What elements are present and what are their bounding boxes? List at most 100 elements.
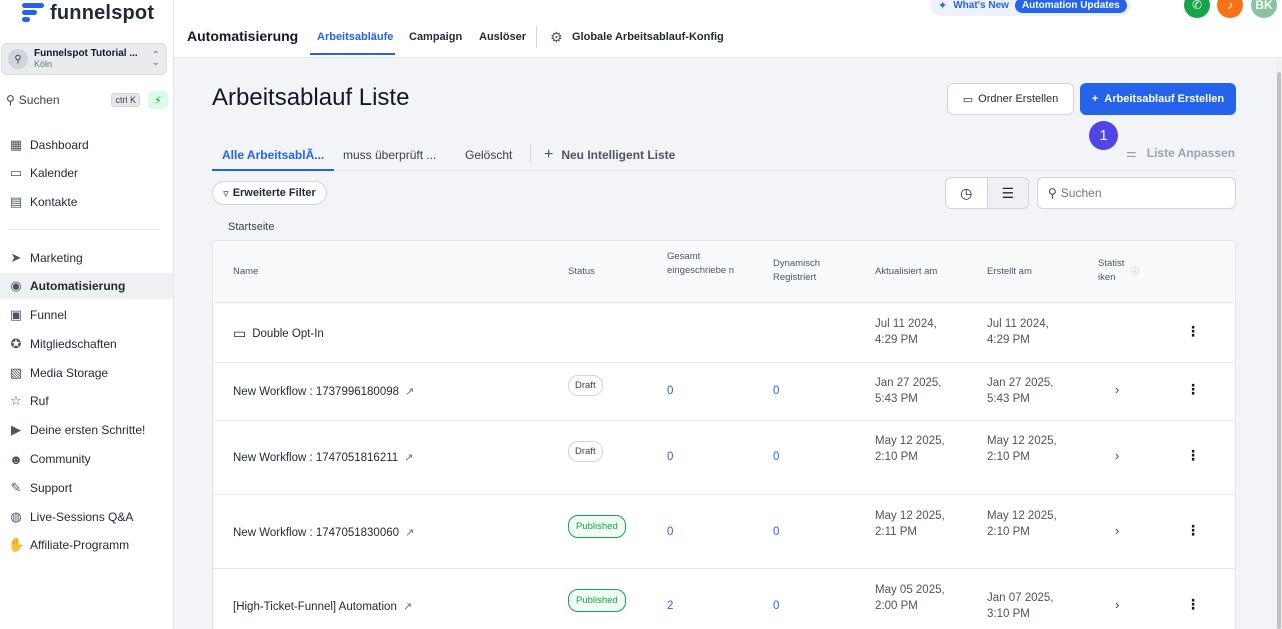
sidebar-item-kontakte[interactable]: ▤ Kontakte xyxy=(0,189,173,215)
sidebar-item-automatisierung[interactable]: ◉ Automatisierung xyxy=(0,273,173,299)
external-link-icon[interactable]: ↗ xyxy=(405,526,414,539)
more-vertical-icon[interactable]: ⋮ xyxy=(1186,522,1200,539)
sidebar-search-label: Suchen xyxy=(18,93,60,107)
row-total-enrolled[interactable]: 2 xyxy=(667,600,673,612)
table-row[interactable]: New Workflow : 1747051830060 ↗ Published… xyxy=(213,495,1235,569)
chevron-right-icon[interactable]: › xyxy=(1115,448,1119,463)
sidebar-item-mitgliedschaften[interactable]: ✪ Mitgliedschaften xyxy=(0,331,173,357)
notification-button[interactable]: ♪ xyxy=(1217,0,1243,18)
account-name: Funnelspot Tutorial ... xyxy=(34,48,138,59)
row-dynamic-registered[interactable]: 0 xyxy=(773,385,779,397)
hand-coin-icon: ✋ xyxy=(8,537,25,552)
search-icon: ⚲ xyxy=(6,93,15,107)
clock-view-button[interactable]: ◷ xyxy=(946,178,987,208)
avatar[interactable]: BK xyxy=(1251,0,1277,18)
sidebar-item-live-sessions[interactable]: ◍ Live-Sessions Q&A xyxy=(0,504,173,530)
plus-icon: + xyxy=(544,146,554,163)
row-dynamic-registered[interactable]: 0 xyxy=(773,526,779,538)
row-name[interactable]: New Workflow : 1737996180098 xyxy=(233,386,399,398)
row-name[interactable]: New Workflow : 1747051816211 xyxy=(233,452,398,464)
advanced-filter-button[interactable]: ▿ Erweiterte Filter xyxy=(212,181,327,205)
subtabs-divider-line xyxy=(212,170,1236,171)
status-badge: Draft xyxy=(568,375,603,396)
subtab-deleted[interactable]: Gelöscht xyxy=(465,148,512,162)
tab-ausloeser[interactable]: Auslöser xyxy=(479,31,526,43)
top-bar: Automatisierung Arbeitsabläufe Campaign … xyxy=(174,0,1282,58)
search-shortcut: ctrl K xyxy=(111,93,140,107)
subtab-needs-review[interactable]: muss überprüft ... xyxy=(343,148,436,162)
row-total-enrolled[interactable]: 0 xyxy=(667,385,673,397)
sidebar-item-funnel[interactable]: ▣ Funnel xyxy=(0,302,173,328)
quick-action-bolt-icon[interactable]: ⚡ xyxy=(148,91,168,109)
more-vertical-icon[interactable]: ⋮ xyxy=(1186,447,1200,464)
sidebar-item-marketing[interactable]: ➤ Marketing xyxy=(0,245,173,271)
sidebar-item-ruf[interactable]: ☆ Ruf xyxy=(0,388,173,414)
external-link-icon[interactable]: ↗ xyxy=(404,451,413,464)
brand-logo[interactable]: funnelspot xyxy=(22,0,154,26)
subtab-all-workflows[interactable]: Alle ArbeitsablÃ... xyxy=(222,148,324,162)
tab-divider xyxy=(536,26,537,48)
more-vertical-icon[interactable]: ⋮ xyxy=(1186,596,1200,613)
account-switcher[interactable]: ⚲ Funnelspot Tutorial ... Köln ⌃ ⌄ xyxy=(1,43,167,75)
col-total-enrolled: Gesamt eingeschriebe n xyxy=(667,251,735,276)
row-created: Jan 07 2025, 3:10 PM xyxy=(987,592,1054,620)
external-link-icon[interactable]: ↗ xyxy=(403,600,412,613)
tab-globale-konfig[interactable]: Globale Arbeitsablauf-Konfig xyxy=(572,31,724,43)
phone-icon: ✆ xyxy=(1191,0,1203,12)
section-title: Automatisierung xyxy=(187,28,299,44)
scrollbar-thumb[interactable] xyxy=(1277,72,1281,629)
sidebar-search[interactable]: ⚲ Suchen ctrl K ⚡ xyxy=(6,91,168,109)
chevron-updown-icon: ⌃ ⌄ xyxy=(151,50,160,68)
table-row[interactable]: New Workflow : 1737996180098 ↗ Draft 0 0… xyxy=(213,363,1235,421)
filter-icon: ▿ xyxy=(223,187,229,200)
sidebar-item-dashboard[interactable]: ▦ Dashboard xyxy=(0,132,173,158)
row-updated: May 12 2025, 2:11 PM xyxy=(875,510,945,538)
star-icon: ☆ xyxy=(10,393,22,408)
gear-icon: ⚙ xyxy=(550,29,563,45)
row-updated: Jan 27 2025, 5:43 PM xyxy=(875,377,942,405)
breadcrumb[interactable]: Startseite xyxy=(228,221,274,233)
sidebar-item-erste-schritte[interactable]: ▶ Deine ersten Schritte! xyxy=(0,417,173,443)
whats-new-pill[interactable]: ✦ What's New Automation Updates xyxy=(930,0,1131,16)
search-input[interactable] xyxy=(1060,186,1221,200)
row-total-enrolled[interactable]: 0 xyxy=(667,451,673,463)
users-icon: ☻ xyxy=(9,451,23,467)
chevron-right-icon[interactable]: › xyxy=(1115,382,1119,397)
chevron-right-icon[interactable]: › xyxy=(1115,597,1119,612)
new-smart-list-button[interactable]: + Neu Intelligent Liste xyxy=(544,146,675,164)
external-link-icon[interactable]: ↗ xyxy=(405,385,414,398)
whats-new-label: What's New xyxy=(953,0,1009,11)
sidebar-item-kalender[interactable]: ▭ Kalender xyxy=(0,160,173,186)
create-folder-button[interactable]: ▭ Ordner Erstellen xyxy=(947,83,1074,115)
more-vertical-icon[interactable]: ⋮ xyxy=(1186,381,1200,398)
col-created: Erstellt am xyxy=(987,266,1032,277)
status-badge: Published xyxy=(568,589,626,612)
row-dynamic-registered[interactable]: 0 xyxy=(773,600,779,612)
plus-icon: + xyxy=(1091,93,1099,105)
table-row[interactable]: [High-Ticket-Funnel] Automation ↗ Publis… xyxy=(213,569,1235,629)
tab-campaign[interactable]: Campaign xyxy=(409,31,462,43)
tab-arbeitsablaeufe[interactable]: Arbeitsabläufe xyxy=(317,31,393,43)
sidebar-item-affiliate[interactable]: ✋ Affiliate-Programm xyxy=(0,532,173,558)
more-vertical-icon[interactable]: ⋮ xyxy=(1186,323,1200,340)
list-view-button[interactable]: ☰ xyxy=(986,178,1028,208)
row-name[interactable]: New Workflow : 1747051830060 xyxy=(233,527,399,539)
chevron-right-icon[interactable]: › xyxy=(1115,523,1119,538)
row-name[interactable]: [High-Ticket-Funnel] Automation xyxy=(233,601,397,613)
sidebar-item-media-storage[interactable]: ▧ Media Storage xyxy=(0,360,173,386)
table-row[interactable]: New Workflow : 1747051816211 ↗ Draft 0 0… xyxy=(213,421,1235,495)
sidebar-item-support[interactable]: ✎ Support xyxy=(0,475,173,501)
page-scrollbar[interactable] xyxy=(1276,60,1282,629)
customize-list-button[interactable]: ⚌ Liste Anpassen xyxy=(1126,146,1235,160)
sidebar-item-community[interactable]: ☻ Community xyxy=(0,446,173,472)
automation-updates-badge[interactable]: Automation Updates xyxy=(1014,0,1127,13)
step-number-badge: 1 xyxy=(1089,121,1118,150)
create-workflow-button[interactable]: + Arbeitsablauf Erstellen xyxy=(1080,83,1236,115)
row-name[interactable]: Double Opt-In xyxy=(252,328,324,340)
row-total-enrolled[interactable]: 0 xyxy=(667,526,673,538)
row-dynamic-registered[interactable]: 0 xyxy=(773,451,779,463)
table-row[interactable]: ▭ Double Opt-In Jul 11 2024, 4:29 PM Jul… xyxy=(213,303,1235,363)
list-icon: ☰ xyxy=(1001,184,1015,201)
wrench-icon: ✎ xyxy=(10,480,22,495)
phone-button[interactable]: ✆ xyxy=(1184,0,1210,18)
